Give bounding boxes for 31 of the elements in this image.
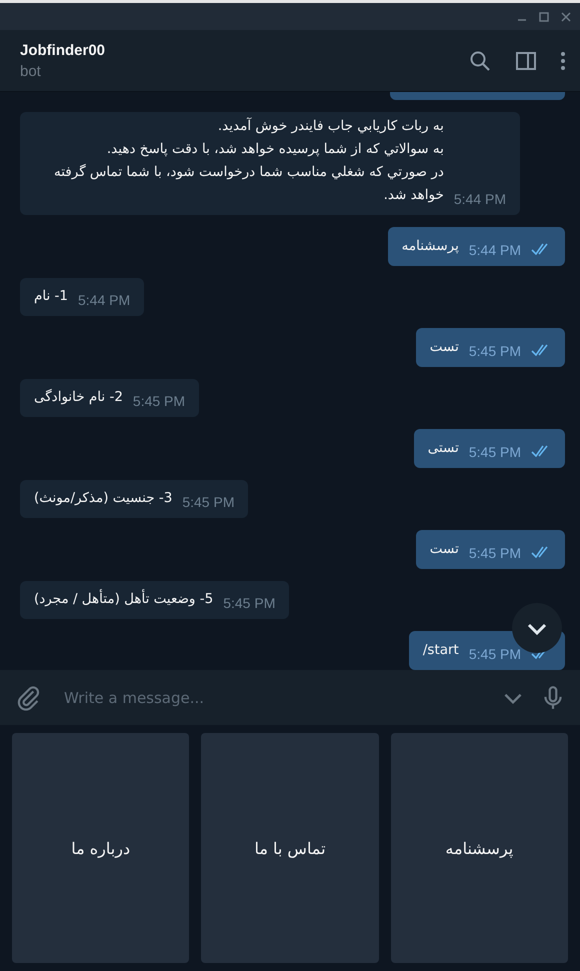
message-time: 5:45 PM bbox=[468, 646, 521, 662]
close-icon[interactable] bbox=[560, 10, 572, 22]
keyboard-button[interactable]: پرسشنامه bbox=[390, 733, 568, 963]
search-icon[interactable] bbox=[468, 48, 492, 72]
message-text: تست bbox=[430, 540, 459, 559]
chat-subtitle: bot bbox=[20, 62, 42, 80]
message-time: 5:44 PM bbox=[454, 191, 506, 208]
message-text: 1- نام bbox=[34, 287, 68, 306]
paperclip-icon[interactable] bbox=[16, 684, 42, 710]
keyboard-button[interactable]: تماس با ما bbox=[201, 733, 379, 963]
message-time: 5:45 PM bbox=[223, 595, 276, 612]
message-time: 5:44 PM bbox=[468, 242, 521, 258]
message-time: 5:45 PM bbox=[468, 342, 521, 359]
message-time: 5:44 PM bbox=[78, 292, 130, 308]
message-text: 3- جنسیت (مذکر/مونث) bbox=[34, 489, 172, 508]
keyboard-button[interactable]: درباره ما bbox=[12, 733, 190, 963]
message-text: تستی bbox=[428, 438, 459, 458]
maximize-icon[interactable] bbox=[538, 10, 550, 22]
message-text: پرسشنامه bbox=[402, 236, 459, 256]
message-text: به ربات کاريابي جاب فايندر خوش آمديد. به سوالاتي که از شما پرسيده خواهد شد، با دقت پاسخ دهيد. در صورتي که شغلي مناسب شما درخواست شود، با شما تماس گرفته خواهد شد. bbox=[53, 116, 444, 206]
chat-title: Jobfinder00 bbox=[20, 42, 106, 58]
message-text: 2- نام خانوادگی bbox=[34, 388, 123, 408]
message-time: 5:45 PM bbox=[468, 544, 521, 561]
message-input[interactable]: Write a message... bbox=[56, 682, 486, 712]
composer-bar[interactable]: Write a message... bbox=[0, 670, 580, 725]
message-text: /start bbox=[422, 640, 459, 660]
message-time: 5:45 PM bbox=[468, 444, 521, 460]
message-text: 5- وضعیت تأهل (متأهل / مجرد) bbox=[34, 588, 214, 610]
message-text: تست bbox=[430, 338, 459, 357]
message-time: 5:45 PM bbox=[132, 393, 186, 410]
message-time: 5:45 PM bbox=[182, 494, 234, 510]
